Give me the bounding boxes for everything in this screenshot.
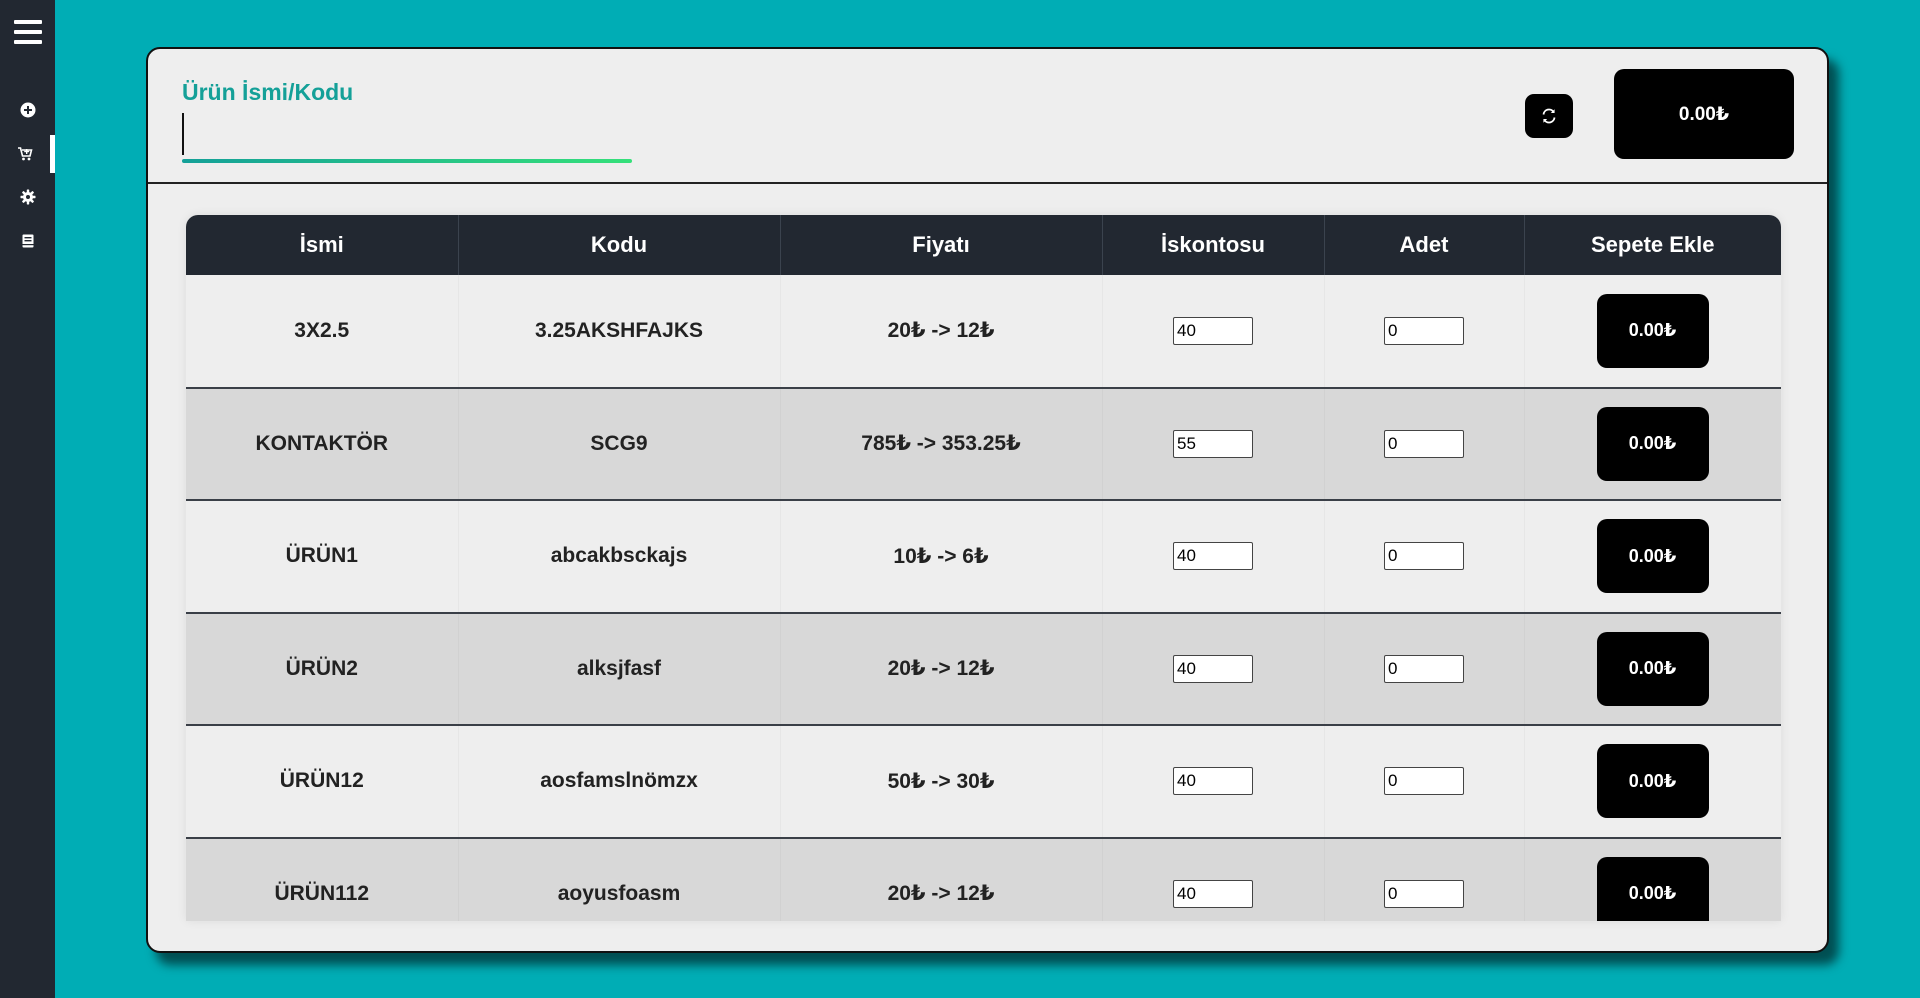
discount-input[interactable] xyxy=(1173,767,1253,796)
refresh-icon xyxy=(1542,108,1556,124)
product-price: 50₺ -> 30₺ xyxy=(780,725,1102,838)
product-price: 10₺ -> 6₺ xyxy=(780,500,1102,613)
quantity-cell xyxy=(1324,837,1524,921)
quantity-cell xyxy=(1324,387,1524,500)
discount-input[interactable] xyxy=(1173,316,1253,345)
quantity-input[interactable] xyxy=(1384,654,1464,683)
book-icon xyxy=(22,234,33,248)
product-code: aosfamslnömzx xyxy=(458,725,780,838)
discount-input[interactable] xyxy=(1173,879,1253,908)
product-name: ÜRÜN12 xyxy=(186,725,458,838)
sidebar-item-cart[interactable] xyxy=(0,135,55,173)
cart-total-button[interactable]: 0.00₺ xyxy=(1614,69,1794,159)
sidebar-item-settings[interactable] xyxy=(0,178,55,216)
add-to-cart-button[interactable]: 0.00₺ xyxy=(1596,631,1709,706)
add-to-cart-button[interactable]: 0.00₺ xyxy=(1596,744,1709,819)
discount-input[interactable] xyxy=(1173,542,1253,571)
add-to-cart-button[interactable]: 0.00₺ xyxy=(1596,293,1709,368)
sidebar-item-records[interactable] xyxy=(0,222,55,260)
add-cell: 0.00₺ xyxy=(1524,725,1781,838)
product-price: 20₺ -> 12₺ xyxy=(780,837,1102,921)
quantity-input[interactable] xyxy=(1384,879,1464,908)
product-price: 785₺ -> 353.25₺ xyxy=(780,387,1102,500)
product-code: SCG9 xyxy=(458,387,780,500)
discount-cell xyxy=(1102,275,1324,388)
column-header-quantity[interactable]: Adet xyxy=(1324,215,1525,275)
refresh-button[interactable] xyxy=(1525,94,1573,138)
product-name: ÜRÜN112 xyxy=(186,837,458,921)
add-cell: 0.00₺ xyxy=(1524,275,1781,388)
quantity-input[interactable] xyxy=(1384,767,1464,796)
add-to-cart-button[interactable]: 0.00₺ xyxy=(1596,406,1709,481)
column-header-add-to-cart[interactable]: Sepete Ekle xyxy=(1524,215,1781,275)
quantity-input[interactable] xyxy=(1384,429,1464,458)
hamburger-menu-icon[interactable] xyxy=(14,18,42,46)
product-price: 20₺ -> 12₺ xyxy=(780,275,1102,388)
discount-cell xyxy=(1102,612,1324,725)
discount-cell xyxy=(1102,725,1324,838)
main-panel: Ürün İsmi/Kodu 0.00₺ İsmi Kodu Fiyatı İs… xyxy=(146,47,1829,953)
product-name: ÜRÜN2 xyxy=(186,612,458,725)
add-cell: 0.00₺ xyxy=(1524,500,1781,613)
product-name: KONTAKTÖR xyxy=(186,387,458,500)
gear-icon xyxy=(20,189,35,205)
search-underline xyxy=(182,159,632,163)
table-row: 3X2.5 3.25AKSHFAJKS 20₺ -> 12₺ 0.00₺ xyxy=(186,275,1781,388)
column-header-name[interactable]: İsmi xyxy=(186,215,459,275)
add-cell: 0.00₺ xyxy=(1524,387,1781,500)
table-row: ÜRÜN1 abcakbsckajs 10₺ -> 6₺ 0.00₺ xyxy=(186,500,1781,613)
product-name: ÜRÜN1 xyxy=(186,500,458,613)
column-header-discount[interactable]: İskontosu xyxy=(1102,215,1325,275)
table-row: ÜRÜN2 alksjfasf 20₺ -> 12₺ 0.00₺ xyxy=(186,612,1781,725)
product-code: alksjfasf xyxy=(458,612,780,725)
product-code: abcakbsckajs xyxy=(458,500,780,613)
discount-input[interactable] xyxy=(1173,429,1253,458)
column-header-price[interactable]: Fiyatı xyxy=(780,215,1103,275)
quantity-input[interactable] xyxy=(1384,316,1464,345)
products-table: İsmi Kodu Fiyatı İskontosu Adet Sepete E… xyxy=(186,215,1781,921)
discount-input[interactable] xyxy=(1173,654,1253,683)
sidebar-item-add[interactable] xyxy=(0,91,55,129)
product-name: 3X2.5 xyxy=(186,275,458,388)
column-header-code[interactable]: Kodu xyxy=(458,215,781,275)
quantity-cell xyxy=(1324,500,1524,613)
search-input[interactable] xyxy=(182,113,632,155)
table-row: KONTAKTÖR SCG9 785₺ -> 353.25₺ 0.00₺ xyxy=(186,387,1781,500)
add-cell: 0.00₺ xyxy=(1524,612,1781,725)
product-code: aoyusfoasm xyxy=(458,837,780,921)
quantity-cell xyxy=(1324,275,1524,388)
add-cell: 0.00₺ xyxy=(1524,837,1781,921)
search-label: Ürün İsmi/Kodu xyxy=(182,79,354,105)
product-price: 20₺ -> 12₺ xyxy=(780,612,1102,725)
add-to-cart-button[interactable]: 0.00₺ xyxy=(1596,856,1709,921)
plus-circle-icon xyxy=(20,102,35,118)
quantity-cell xyxy=(1324,612,1524,725)
table-header-row: İsmi Kodu Fiyatı İskontosu Adet Sepete E… xyxy=(186,215,1781,275)
quantity-input[interactable] xyxy=(1384,542,1464,571)
discount-cell xyxy=(1102,837,1324,921)
cart-icon xyxy=(18,147,33,161)
search-header: Ürün İsmi/Kodu 0.00₺ xyxy=(148,49,1827,184)
table-row: ÜRÜN12 aosfamslnömzx 50₺ -> 30₺ 0.00₺ xyxy=(186,725,1781,838)
sidebar xyxy=(0,0,55,998)
table-row: ÜRÜN112 aoyusfoasm 20₺ -> 12₺ 0.00₺ xyxy=(186,837,1781,921)
product-code: 3.25AKSHFAJKS xyxy=(458,275,780,388)
discount-cell xyxy=(1102,387,1324,500)
quantity-cell xyxy=(1324,725,1524,838)
discount-cell xyxy=(1102,500,1324,613)
products-table-container: İsmi Kodu Fiyatı İskontosu Adet Sepete E… xyxy=(186,215,1781,921)
add-to-cart-button[interactable]: 0.00₺ xyxy=(1596,519,1709,594)
